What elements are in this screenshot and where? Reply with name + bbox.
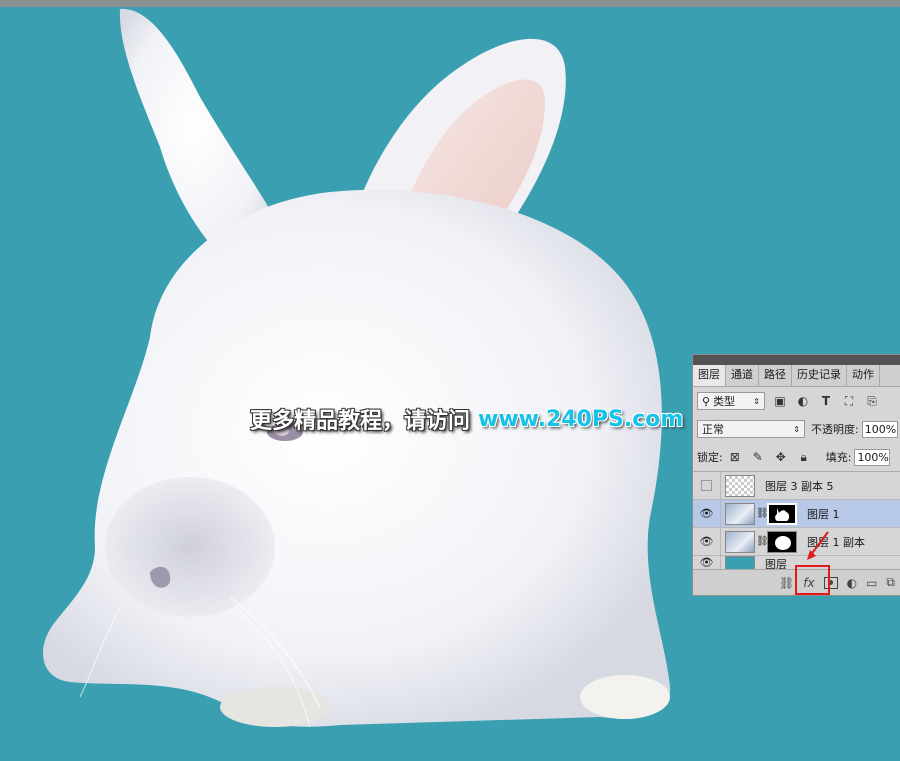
eye-icon: 👁︎ xyxy=(699,507,714,520)
stepper-icon: ⇕ xyxy=(793,424,800,434)
image-filter-icon[interactable]: ▣ xyxy=(772,393,788,409)
opacity-field[interactable]: 100% xyxy=(861,420,898,438)
layer-row[interactable]: 图层 3 副本 5 xyxy=(693,472,900,500)
adjustment-icon[interactable]: ◐ xyxy=(847,576,857,590)
eye-icon: 👁︎ xyxy=(699,535,714,548)
stepper-icon: ⇕ xyxy=(753,396,760,406)
mask-link-icon[interactable]: ⛓ xyxy=(756,508,769,519)
layer-thumbnail xyxy=(725,530,755,553)
filter-kind-select[interactable]: ⚲ 类型 ⇕ xyxy=(697,392,765,410)
blend-mode-select[interactable]: 正常 ⇕ xyxy=(697,420,805,438)
smartobject-filter-icon[interactable]: ⎘ xyxy=(864,393,880,409)
adjustment-filter-icon[interactable]: ◐ xyxy=(795,393,811,409)
opacity-label: 不透明度: xyxy=(811,423,859,436)
layer-name: 图层 xyxy=(765,558,787,570)
lock-row: 锁定: ⊠ ✎ ✥ 🔒︎ 填充: 100% xyxy=(693,443,900,471)
red-arrow-icon xyxy=(807,531,829,560)
lock-label: 锁定: xyxy=(697,451,723,464)
visibility-toggle[interactable]: 👁︎ xyxy=(693,556,721,569)
lock-image-icon[interactable]: ✎ xyxy=(750,449,766,465)
search-icon: ⚲ xyxy=(702,394,711,408)
mask-shape-icon xyxy=(775,535,791,550)
watermark: 更多精品教程，请访问 www.240PS.com xyxy=(250,402,683,436)
layer-name: 图层 1 xyxy=(807,507,840,521)
layer-name: 图层 3 副本 5 xyxy=(765,479,834,493)
tab-layers[interactable]: 图层 xyxy=(693,365,726,386)
layer-thumbnail xyxy=(725,474,755,497)
link-icon[interactable]: ⛓ xyxy=(779,576,794,590)
layer-list: 图层 3 副本 5 👁︎ ⛓ 图层 1 👁︎ ⛓ 图层 1 副本 👁︎ 图层 xyxy=(693,471,900,570)
blend-row: 正常 ⇕ 不透明度: 100% xyxy=(693,415,900,443)
eye-icon: 👁︎ xyxy=(699,556,714,569)
layer-row[interactable]: 👁︎ ⛓ 图层 1 副本 xyxy=(693,528,900,556)
layer-thumbnail xyxy=(725,556,755,569)
group-icon[interactable]: ▭ xyxy=(866,576,877,590)
tab-paths[interactable]: 路径 xyxy=(759,365,792,386)
layers-panel: 图层 通道 路径 历史记录 动作 ⚲ 类型 ⇕ ▣ ◐ T ⛶ ⎘ 正常 ⇕ 不… xyxy=(692,354,900,596)
panel-grip[interactable] xyxy=(693,355,900,365)
panel-tabs: 图层 通道 路径 历史记录 动作 xyxy=(693,365,900,387)
filter-kind-value: 类型 xyxy=(713,395,736,408)
add-mask-highlight xyxy=(795,565,830,595)
watermark-url-text: www.240PS.com xyxy=(478,406,684,432)
watermark-chinese-text: 更多精品教程，请访问 xyxy=(250,409,471,434)
lock-position-icon[interactable]: ✥ xyxy=(773,449,789,465)
fill-label: 填充: xyxy=(825,451,852,464)
visibility-toggle[interactable] xyxy=(693,472,721,499)
shape-filter-icon[interactable]: ⛶ xyxy=(841,393,857,409)
fill-field[interactable]: 100% xyxy=(854,448,891,466)
tab-channels[interactable]: 通道 xyxy=(726,365,759,386)
type-filter-icon[interactable]: T xyxy=(818,393,834,409)
layer-row[interactable]: 👁︎ ⛓ 图层 1 xyxy=(693,500,900,528)
visibility-toggle[interactable]: 👁︎ xyxy=(693,500,721,527)
mask-shape-icon xyxy=(775,507,790,521)
tab-actions[interactable]: 动作 xyxy=(847,365,880,386)
blend-mode-value: 正常 xyxy=(702,423,724,436)
layer-thumbnail xyxy=(725,502,755,525)
lock-all-icon[interactable]: 🔒︎ xyxy=(796,449,812,465)
hidden-box-icon xyxy=(701,480,712,491)
layer-mask-thumbnail[interactable] xyxy=(767,530,797,553)
filter-row: ⚲ 类型 ⇕ ▣ ◐ T ⛶ ⎘ xyxy=(693,387,900,415)
lock-transparent-icon[interactable]: ⊠ xyxy=(727,449,743,465)
mask-link-icon[interactable]: ⛓ xyxy=(756,536,769,547)
tab-history[interactable]: 历史记录 xyxy=(792,365,847,386)
new-layer-icon[interactable]: ⧉ xyxy=(886,575,895,590)
layer-mask-thumbnail[interactable] xyxy=(767,502,797,525)
window-top-strip xyxy=(0,0,900,7)
visibility-toggle[interactable]: 👁︎ xyxy=(693,528,721,555)
